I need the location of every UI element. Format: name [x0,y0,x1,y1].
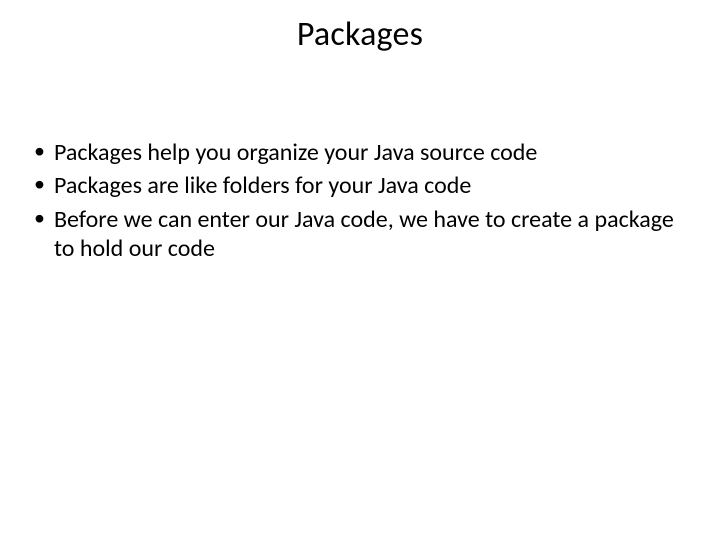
list-item: Packages help you organize your Java sou… [28,138,680,167]
slide: Packages Packages help you organize your… [0,0,720,540]
list-item: Packages are like folders for your Java … [28,171,680,200]
bullet-list: Packages help you organize your Java sou… [28,138,680,263]
list-item: Before we can enter our Java code, we ha… [28,205,680,264]
slide-title: Packages [0,14,720,55]
slide-body: Packages help you organize your Java sou… [28,138,680,267]
